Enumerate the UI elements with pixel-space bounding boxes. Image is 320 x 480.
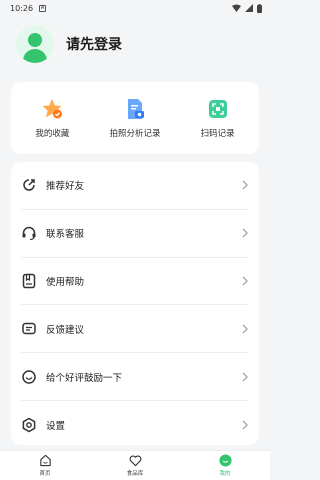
settings-menu: 推荐好友 联系客服 使用帮助 反馈建议 给个好评鼓励一下 设置 (11, 162, 259, 445)
notification-icon: A (39, 4, 47, 12)
smile-icon (22, 369, 36, 384)
battery-icon (257, 3, 262, 13)
tab-label: 我的 (219, 471, 231, 477)
profile-header[interactable]: 请先登录 (16, 22, 122, 66)
wifi-icon (232, 4, 241, 12)
menu-item-rate-app[interactable]: 给个好评鼓励一下 (21, 353, 249, 401)
menu-item-label: 联系客服 (46, 229, 85, 241)
photo-record-icon (127, 99, 144, 119)
status-time: 10:26 (10, 3, 34, 13)
menu-item-label: 使用帮助 (46, 276, 85, 288)
signal-icon (245, 4, 253, 12)
menu-item-label: 推荐好友 (46, 181, 85, 193)
help-book-icon (22, 273, 36, 289)
menu-item-label: 反馈建议 (46, 324, 85, 336)
share-icon (23, 179, 35, 192)
quick-item-photo-records[interactable]: 拍照分析记录 (97, 97, 173, 139)
tab-label: 食品库 (126, 471, 144, 477)
profile-icon (218, 454, 232, 467)
chevron-right-icon (242, 324, 248, 334)
tab-label: 首页 (39, 471, 51, 477)
avatar[interactable] (16, 25, 54, 63)
tab-home[interactable]: 首页 (15, 454, 75, 477)
menu-item-feedback[interactable]: 反馈建议 (21, 305, 249, 354)
menu-item-recommend-friends[interactable]: 推荐好友 (21, 162, 249, 210)
tab-food-library[interactable]: 食品库 (105, 454, 165, 477)
status-bar: 10:26 A (0, 0, 270, 16)
bottom-tab-bar: 首页 食品库 我的 (0, 450, 270, 480)
scan-icon (208, 100, 227, 118)
quick-item-scan-records[interactable]: 扫码记录 (180, 97, 256, 139)
menu-item-contact-support[interactable]: 联系客服 (21, 210, 249, 258)
star-icon (42, 99, 63, 119)
headset-icon (22, 227, 36, 241)
settings-icon (22, 417, 36, 433)
tab-profile[interactable]: 我的 (195, 454, 255, 477)
chevron-right-icon (242, 420, 248, 430)
chevron-right-icon (242, 180, 248, 190)
quick-item-label: 拍照分析记录 (109, 129, 161, 139)
quick-item-label: 扫码记录 (200, 129, 235, 139)
quick-actions-card: 我的收藏 拍照分析记录 扫码记录 (11, 82, 259, 154)
menu-item-label: 设置 (46, 420, 66, 432)
menu-item-help[interactable]: 使用帮助 (21, 258, 249, 306)
quick-item-favorites[interactable]: 我的收藏 (14, 97, 90, 139)
quick-item-label: 我的收藏 (35, 129, 70, 139)
menu-item-settings[interactable]: 设置 (21, 401, 249, 449)
menu-item-label: 给个好评鼓励一下 (46, 372, 123, 384)
login-prompt[interactable]: 请先登录 (66, 34, 122, 54)
home-icon (39, 454, 51, 467)
chevron-right-icon (242, 228, 248, 238)
feedback-icon (22, 322, 36, 335)
chevron-right-icon (242, 372, 248, 382)
heart-icon (129, 455, 141, 467)
chevron-right-icon (242, 276, 248, 286)
